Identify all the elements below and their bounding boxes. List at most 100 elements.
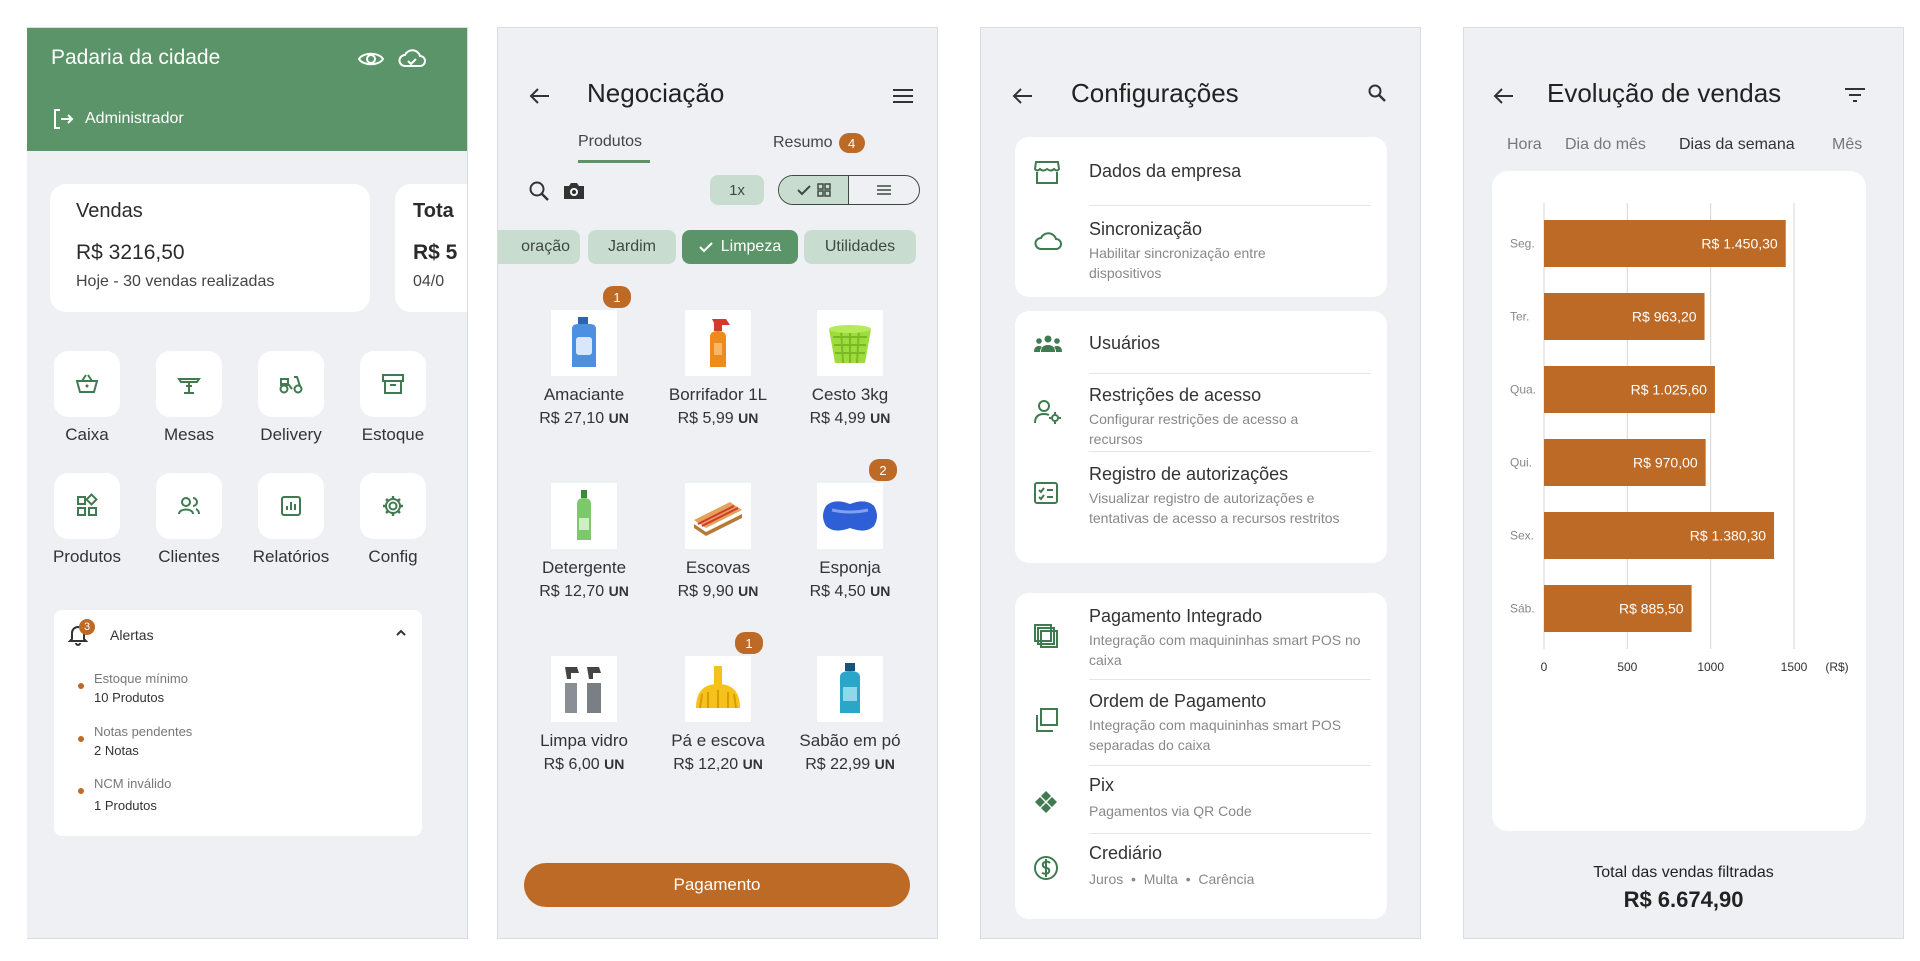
settings-item-title: Pix	[1089, 775, 1115, 795]
settings-item-company[interactable]: Dados da empresa	[1015, 137, 1387, 205]
report-icon	[281, 496, 301, 516]
view-toggle[interactable]	[778, 175, 920, 205]
business-name: Padaria da cidade	[51, 46, 221, 69]
product-price: R$ 5,99 UN	[677, 410, 759, 427]
settings-item-credit[interactable]: Crediário Juros • Multa • Carência	[1015, 833, 1387, 919]
product-price: R$ 4,50 UN	[809, 583, 891, 600]
sales-card[interactable]: Vendas R$ 3216,50 Hoje - 30 vendas reali…	[50, 184, 370, 312]
filter-tab[interactable]: Hora	[1507, 136, 1542, 154]
product-card[interactable]: Borrifador 1L R$ 5,99 UN	[653, 310, 783, 428]
tile-config[interactable]	[360, 473, 426, 539]
product-name: Pá e escova	[671, 731, 765, 750]
search-icon[interactable]	[1367, 83, 1387, 103]
category-chip-label: Limpeza	[720, 238, 782, 255]
softener-bottle-icon	[551, 310, 617, 376]
back-arrow-icon[interactable]	[1011, 84, 1035, 108]
product-card[interactable]: Limpa vidro R$ 6,00 UN	[519, 656, 649, 774]
home-header: Padaria da cidade Administrador	[27, 28, 467, 151]
tile-relatorios[interactable]	[258, 473, 324, 539]
tile-clientes[interactable]	[156, 473, 222, 539]
tab-summary[interactable]: Resumo 4	[773, 133, 865, 153]
total-card[interactable]: Tota R$ 5 04/0	[395, 184, 467, 312]
qty-badge: 2	[869, 459, 897, 481]
summary-count-badge: 4	[838, 133, 865, 153]
product-price: R$ 22,99 UN	[805, 756, 895, 773]
qty-badge: 1	[603, 286, 631, 308]
tile-caixa[interactable]	[54, 351, 120, 417]
product-card[interactable]: Detergente R$ 12,70 UN	[519, 483, 649, 601]
tile-estoque[interactable]	[360, 351, 426, 417]
chevron-up-icon[interactable]	[394, 626, 408, 640]
total-card-title: Tota	[413, 200, 454, 222]
page-title: Negociação	[587, 78, 725, 108]
product-price: R$ 12,20 UN	[673, 756, 763, 773]
product-card[interactable]: Pá e escova R$ 12,20 UN	[653, 656, 783, 774]
back-arrow-icon[interactable]	[1492, 84, 1516, 108]
x-tick-label: 1000	[1697, 660, 1724, 674]
settings-item-desc: Visualizar registro de autorizações e te…	[1089, 490, 1340, 526]
product-card[interactable]: Esponja R$ 4,50 UN	[785, 483, 915, 601]
list-view-option[interactable]	[849, 176, 919, 204]
filter-tab[interactable]: Dia do mês	[1565, 136, 1646, 154]
settings-item-pix[interactable]: Pix Pagamentos via QR Code	[1015, 765, 1387, 833]
user-label: Administrador	[85, 110, 184, 127]
tab-indicator	[578, 160, 650, 163]
bullet-dot	[78, 736, 84, 742]
brush-icon	[685, 483, 751, 549]
x-tick-label: 500	[1617, 660, 1637, 674]
settings-item-payment-order[interactable]: Ordem de Pagamento Integração com maquin…	[1015, 679, 1387, 765]
filter-icon[interactable]	[1844, 86, 1866, 104]
settings-item-access-restrictions[interactable]: Restrições de acesso Configurar restriçõ…	[1015, 373, 1387, 451]
gear-icon	[383, 496, 403, 516]
sales-card-subtitle: Hoje - 30 vendas realizadas	[76, 273, 275, 290]
alert-item[interactable]: Estoque mínimo 10 Produtos	[78, 671, 188, 705]
dollar-circle-icon	[1033, 855, 1059, 881]
tab-products[interactable]: Produtos	[578, 133, 642, 151]
settings-item-desc: Pagamentos via QR Code	[1089, 803, 1252, 819]
back-arrow-icon[interactable]	[528, 84, 552, 108]
category-chip[interactable]: oração	[498, 230, 580, 264]
settings-item-desc: Integração com maquininhas smart POS no …	[1089, 632, 1361, 668]
tile-label: Delivery	[260, 425, 322, 444]
filter-tab-active[interactable]: Dias da semana	[1679, 136, 1795, 154]
alert-item[interactable]: NCM inválido 1 Produtos	[78, 776, 171, 813]
cloud-sync-icon[interactable]	[397, 46, 427, 72]
store-icon	[1033, 159, 1061, 185]
category-chip[interactable]: Utilidades	[804, 230, 916, 264]
product-price: R$ 4,99 UN	[809, 410, 891, 427]
tile-label: Produtos	[52, 547, 122, 566]
sales-card-title: Vendas	[76, 200, 143, 222]
category-chip-active[interactable]: Limpeza	[682, 230, 798, 264]
settings-item-sync[interactable]: Sincronização Habilitar sincronização en…	[1015, 205, 1387, 297]
grid-view-option[interactable]	[779, 176, 849, 204]
product-card[interactable]: Escovas R$ 9,90 UN	[653, 483, 783, 601]
tile-label: Mesas	[163, 425, 215, 444]
settings-item-integrated-payment[interactable]: Pagamento Integrado Integração com maqui…	[1015, 593, 1387, 679]
multiplier-button[interactable]: 1x	[710, 175, 764, 205]
settings-item-authorization-log[interactable]: Registro de autorizações Visualizar regi…	[1015, 451, 1387, 563]
search-icon[interactable]	[528, 180, 550, 202]
settings-item-users[interactable]: Usuários	[1015, 311, 1387, 373]
menu-icon[interactable]	[892, 86, 914, 106]
check-icon	[796, 185, 811, 196]
tile-produtos[interactable]	[54, 473, 120, 539]
filter-tab[interactable]: Mês	[1832, 136, 1862, 154]
camera-icon[interactable]	[562, 180, 586, 202]
settings-item-title: Crediário	[1089, 843, 1163, 863]
product-card[interactable]: Sabão em pó R$ 22,99 UN	[785, 656, 915, 774]
category-label: Qui.	[1510, 456, 1532, 470]
category-chip[interactable]: Jardim	[588, 230, 676, 264]
alert-item[interactable]: Notas pendentes 2 Notas	[78, 724, 192, 758]
page-title: Configurações	[1071, 78, 1239, 108]
settings-item-title: Usuários	[1089, 333, 1161, 353]
bar-value-label: R$ 963,20	[1632, 309, 1697, 325]
product-card[interactable]: Amaciante R$ 27,10 UN	[519, 310, 649, 428]
product-card[interactable]: Cesto 3kg R$ 4,99 UN	[785, 310, 915, 428]
scooter-icon	[279, 376, 303, 394]
payment-button[interactable]: Pagamento	[524, 863, 910, 907]
eye-icon[interactable]	[357, 46, 387, 72]
tile-delivery[interactable]	[258, 351, 324, 417]
tile-mesas[interactable]	[156, 351, 222, 417]
bar-value-label: R$ 970,00	[1633, 455, 1698, 471]
admin-row[interactable]: Administrador	[51, 107, 184, 131]
